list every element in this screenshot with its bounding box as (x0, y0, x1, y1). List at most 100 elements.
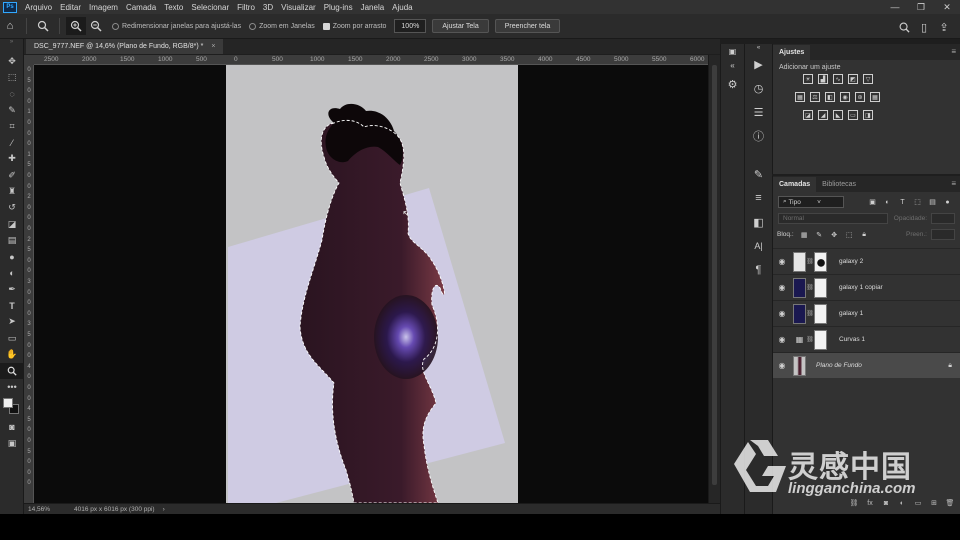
threshold-icon[interactable]: ◣ (833, 110, 843, 120)
filter-pixel-icon[interactable]: ▣ (868, 198, 877, 207)
move-tool-icon[interactable]: ✥ (0, 53, 24, 69)
tab-layers[interactable]: Camadas (773, 177, 817, 192)
eyedropper-tool-icon[interactable]: ⁄ (0, 134, 24, 150)
workspace-icon[interactable]: ▯ (914, 18, 934, 36)
zoom-in-icon[interactable] (66, 17, 86, 35)
tab-adjustments[interactable]: Ajustes (773, 45, 811, 60)
menu-filtro[interactable]: Filtro (233, 3, 259, 12)
color-balance-icon[interactable]: ⚖ (810, 92, 820, 102)
tab-libraries[interactable]: Bibliotecas (816, 177, 862, 192)
menu-janela[interactable]: Janela (357, 3, 389, 12)
character-icon[interactable]: A| (745, 234, 772, 258)
play-actions-icon[interactable]: ▶ (745, 52, 772, 76)
clone-stamp-icon[interactable]: ♜ (0, 183, 24, 199)
menu-3d[interactable]: 3D (259, 3, 277, 12)
shape-tool-icon[interactable]: ▭ (0, 330, 24, 346)
lock-artboard-icon[interactable]: ⬚ (845, 230, 854, 239)
gradient-tool-icon[interactable]: ▤ (0, 232, 24, 248)
panel-menu-icon[interactable]: ▣ (721, 44, 744, 58)
visibility-eye-icon[interactable]: ◉ (773, 361, 791, 370)
gradient-map-icon[interactable]: ▭ (848, 110, 858, 120)
layer-mask-thumbnail[interactable] (814, 251, 827, 272)
brush-settings-icon[interactable]: ✎ (745, 162, 772, 186)
opacity-field[interactable] (931, 213, 955, 224)
tool-presets-icon[interactable]: ⚙ (721, 72, 744, 96)
minimize-button[interactable]: — (882, 0, 908, 14)
lock-position-icon[interactable]: ✥ (830, 230, 839, 239)
clone-source-icon[interactable]: ◧ (745, 210, 772, 234)
crop-tool-icon[interactable]: ⌗ (0, 118, 24, 134)
zoom-out-icon[interactable] (86, 17, 106, 35)
toolbar-grip-icon[interactable]: » (0, 39, 23, 53)
info-icon[interactable]: ⓘ (745, 124, 772, 148)
layer-galaxy-2[interactable]: ◉ ⛓ galaxy 2 (773, 248, 960, 274)
close-document-icon[interactable]: × (211, 43, 215, 50)
lock-all-icon[interactable]: 🔒︎ (860, 230, 869, 239)
horizontal-ruler[interactable]: 2500 2000 1500 1000 500 0 500 1000 1500 2000 2500 3… (34, 55, 708, 65)
channel-mixer-icon[interactable]: ⊛ (855, 92, 865, 102)
status-menu-arrow[interactable]: › (163, 506, 165, 513)
document-tab[interactable]: DSC_9777.NEF @ 14,6% (Plano de Fundo, RG… (26, 39, 224, 54)
vertical-scrollbar[interactable] (708, 55, 720, 503)
curves-adjust-icon[interactable]: ∿ (833, 74, 843, 84)
healing-brush-icon[interactable]: ✚ (0, 151, 24, 167)
marquee-tool-icon[interactable]: ⬚ (0, 69, 24, 85)
pen-tool-icon[interactable]: ✒ (0, 281, 24, 297)
vibrance-adjust-icon[interactable]: ▽ (863, 74, 873, 84)
layer-lock-icon[interactable]: 🔒︎ (948, 362, 952, 370)
hand-tool-icon[interactable]: ✋ (0, 346, 24, 362)
mask-link-icon[interactable]: ⛓ (806, 284, 814, 291)
posterize-icon[interactable]: ◢ (818, 110, 828, 120)
adjust-sliders-icon[interactable]: ≡ (745, 186, 772, 210)
blend-mode-select[interactable]: Normal (778, 213, 888, 224)
search-icon[interactable] (894, 18, 914, 36)
filter-toggle-icon[interactable]: ● (943, 198, 952, 207)
layer-background[interactable]: ◉ Plano de Fundo 🔒︎ (773, 352, 960, 378)
layer-mask-thumbnail[interactable] (814, 303, 827, 324)
foreground-color-swatch[interactable] (3, 398, 13, 409)
layers-panel-menu-icon[interactable]: ≡ (951, 179, 956, 188)
zoom-all-windows-checkbox[interactable]: Zoom em Janelas (249, 22, 315, 30)
share-icon[interactable]: ⇪ (934, 18, 954, 36)
layer-galaxy-1-copy[interactable]: ◉ ⛓ galaxy 1 copiar (773, 274, 960, 300)
scrubby-zoom-checkbox[interactable]: Zoom por arrasto (322, 22, 386, 30)
fit-screen-button[interactable]: Ajustar Tela (432, 19, 489, 33)
hue-saturation-icon[interactable]: ▦ (795, 92, 805, 102)
menu-texto[interactable]: Texto (160, 3, 187, 12)
dodge-tool-icon[interactable]: ◐ (0, 265, 24, 281)
menu-editar[interactable]: Editar (56, 3, 85, 12)
adjustments-panel-menu-icon[interactable]: ≡ (951, 47, 956, 56)
edit-toolbar-icon[interactable]: ••• (0, 379, 24, 395)
layer-mask-thumbnail[interactable] (814, 329, 827, 350)
fill-screen-button[interactable]: Preencher tela (494, 19, 561, 33)
color-lookup-icon[interactable]: ▦ (870, 92, 880, 102)
layer-galaxy-1[interactable]: ◉ ⛓ galaxy 1 (773, 300, 960, 326)
lock-image-icon[interactable]: ✎ (815, 230, 824, 239)
canvas-area[interactable]: ↖ (34, 65, 708, 503)
blur-tool-icon[interactable]: ● (0, 249, 24, 265)
lock-transparent-icon[interactable]: ▦ (800, 230, 809, 239)
visibility-eye-icon[interactable]: ◉ (773, 335, 791, 344)
zoom-tool-icon[interactable] (0, 362, 24, 379)
quick-mask-icon[interactable]: ◙ (0, 419, 24, 435)
visibility-eye-icon[interactable]: ◉ (773, 309, 791, 318)
menu-selecionar[interactable]: Selecionar (187, 3, 233, 12)
brush-tool-icon[interactable]: ✐ (0, 167, 24, 183)
menu-ajuda[interactable]: Ajuda (388, 3, 416, 12)
home-icon[interactable]: ⌂ (0, 17, 20, 35)
menu-plugins[interactable]: Plug-ins (320, 3, 357, 12)
levels-adjust-icon[interactable]: ▟ (818, 74, 828, 84)
layer-curves-1[interactable]: ◉ ▦ ⛓ Curvas 1 (773, 326, 960, 352)
mask-link-icon[interactable]: ⛓ (806, 258, 814, 265)
history-icon[interactable]: ◷ (745, 76, 772, 100)
menu-visualizar[interactable]: Visualizar (277, 3, 320, 12)
panel-collapse-icon[interactable]: « (745, 44, 772, 52)
menu-arquivo[interactable]: Arquivo (21, 3, 56, 12)
vertical-scroll-thumb[interactable] (712, 65, 717, 485)
mask-link-icon[interactable]: ⛓ (806, 336, 814, 343)
menu-camada[interactable]: Camada (122, 3, 160, 12)
color-swatches[interactable] (0, 395, 24, 419)
quick-select-tool-icon[interactable]: ✎ (0, 102, 24, 118)
exposure-adjust-icon[interactable]: ◩ (848, 74, 858, 84)
black-white-icon[interactable]: ◧ (825, 92, 835, 102)
